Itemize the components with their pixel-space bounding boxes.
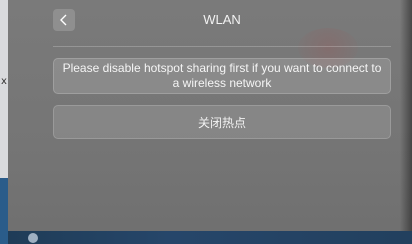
chevron-left-icon <box>59 14 69 26</box>
taskbar-indicator[interactable] <box>28 233 38 243</box>
background-window: x <box>0 0 8 244</box>
header-divider <box>53 46 391 47</box>
taskbar <box>8 231 412 244</box>
background-window-accent <box>0 178 8 244</box>
close-hotspot-label: 关闭热点 <box>197 115 246 130</box>
panel-edge-shadow <box>400 0 412 244</box>
page-title: WLAN <box>203 12 241 27</box>
back-button[interactable] <box>53 9 75 31</box>
hotspot-notice-text: Please disable hotspot sharing first if … <box>62 61 382 90</box>
hotspot-notice: Please disable hotspot sharing first if … <box>53 58 391 94</box>
background-glyph: x <box>1 76 7 87</box>
close-hotspot-button[interactable]: 关闭热点 <box>53 105 391 139</box>
